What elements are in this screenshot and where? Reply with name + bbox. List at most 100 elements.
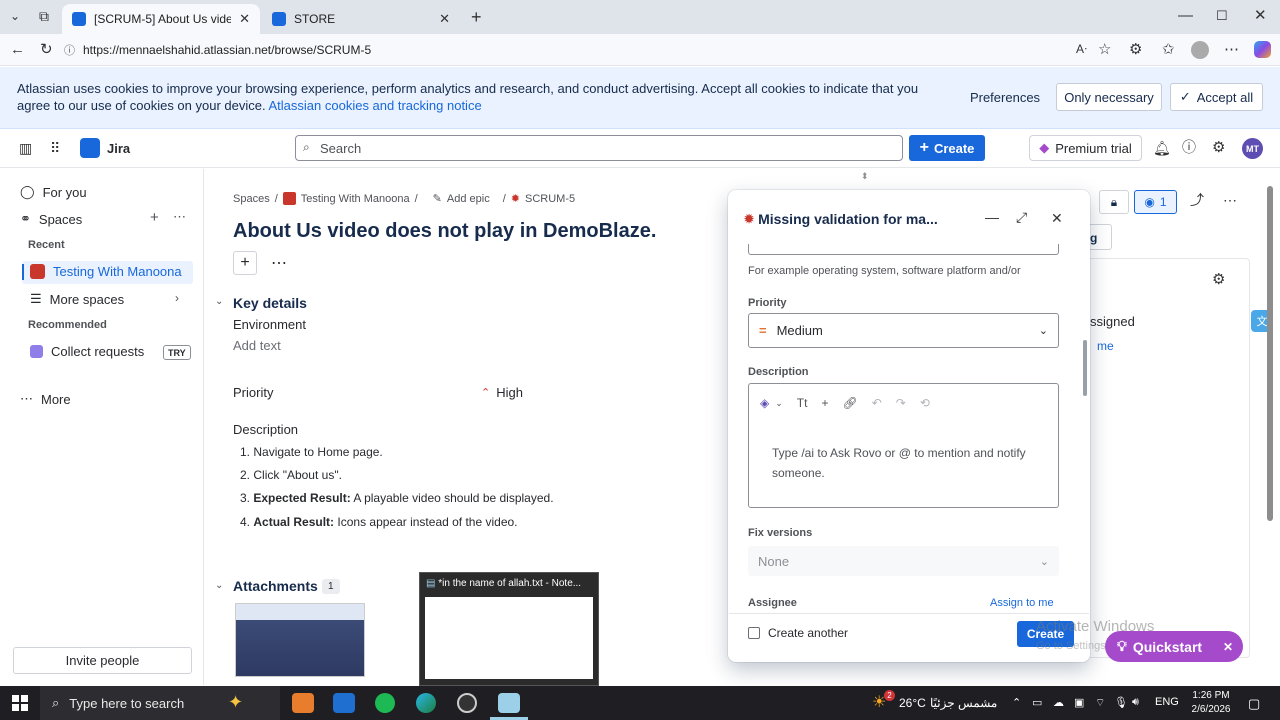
windows-start-icon[interactable]: [12, 695, 28, 711]
copilot-icon[interactable]: [1254, 41, 1271, 58]
weather-text[interactable]: مشمس جزئيًا: [930, 696, 997, 710]
edge-browser-icon[interactable]: [416, 693, 436, 713]
clock[interactable]: 1:26 PM 2/6/2026: [1186, 689, 1236, 717]
preferences-button[interactable]: Preferences: [962, 83, 1048, 111]
redo-icon[interactable]: ↷: [896, 396, 906, 410]
page-scrollbar-thumb[interactable]: [1267, 186, 1273, 521]
favorites-icon[interactable]: ✩: [1162, 42, 1175, 57]
add-space-icon[interactable]: +: [150, 210, 159, 225]
tab-scrum-5[interactable]: [SCRUM-5] About Us video does n ✕: [62, 4, 260, 34]
only-necessary-button[interactable]: Only necessary: [1056, 83, 1162, 111]
create-another-checkbox[interactable]: Create another: [748, 626, 848, 640]
expand-modal-icon[interactable]: ⤢: [1016, 210, 1027, 224]
sidebar-item-for-you[interactable]: ◯ For you: [20, 184, 87, 200]
environment-value[interactable]: Add text: [233, 338, 281, 353]
jira-logo[interactable]: Jira: [80, 138, 130, 158]
help-icon[interactable]: ⓘ: [1182, 140, 1196, 154]
assign-to-me-link[interactable]: Assign to me: [990, 597, 1054, 609]
read-aloud-icon[interactable]: Aᐧ: [1076, 43, 1087, 55]
breadcrumb-add-epic[interactable]: Add epic: [447, 193, 490, 205]
premium-trial-button[interactable]: ◆ Premium trial: [1029, 135, 1142, 161]
lock-button[interactable]: 🔒︎: [1099, 190, 1129, 214]
maximize-window-icon[interactable]: ☐: [1216, 9, 1228, 22]
weather-temp[interactable]: 26°C: [899, 696, 926, 710]
volume-icon[interactable]: 🔊︎: [1132, 696, 1139, 709]
notepad-preview-thumbnail[interactable]: [425, 597, 593, 679]
taskbar-search[interactable]: ⌕ Type here to search: [40, 686, 280, 720]
favorite-star-icon[interactable]: ☆: [1098, 42, 1111, 57]
priority-select[interactable]: = Medium ⌄: [748, 313, 1059, 348]
breadcrumb-spaces[interactable]: Spaces: [233, 193, 270, 205]
profile-icon[interactable]: [1191, 41, 1209, 59]
share-icon[interactable]: ⤴: [1190, 193, 1204, 207]
assign-to-me-link-partial[interactable]: me: [1097, 339, 1114, 353]
create-button[interactable]: + Create: [909, 135, 985, 161]
sidebar-item-spaces[interactable]: ⚭ Spaces: [20, 211, 82, 227]
insert-plus-icon[interactable]: +: [821, 396, 828, 410]
back-icon[interactable]: ←: [10, 42, 25, 57]
modal-scrollbar-track[interactable]: [1082, 258, 1088, 598]
wifi-icon[interactable]: ⌔: [1095, 696, 1105, 710]
extensions-icon[interactable]: ⚙: [1129, 42, 1142, 57]
app-switcher-icon[interactable]: ⠿: [50, 141, 60, 155]
user-avatar[interactable]: MT: [1242, 138, 1263, 159]
chevron-right-icon[interactable]: ›: [175, 292, 179, 304]
minimize-modal-icon[interactable]: —: [985, 210, 999, 224]
taskbar-app-icon[interactable]: [457, 693, 477, 713]
minimize-window-icon[interactable]: —: [1178, 8, 1193, 23]
rovo-ai-icon[interactable]: ◈: [760, 396, 769, 410]
more-actions-button[interactable]: ⋯: [267, 251, 291, 275]
tab-store[interactable]: STORE ✕: [262, 4, 460, 34]
cookie-notice-link[interactable]: Atlassian cookies and tracking notice: [269, 98, 482, 113]
attachments-heading[interactable]: Attachments: [233, 578, 318, 594]
issue-title[interactable]: About Us video does not play in DemoBlaz…: [233, 220, 656, 243]
onedrive-icon[interactable]: ☁: [1053, 696, 1064, 709]
modal-scrollbar-thumb[interactable]: [1083, 340, 1087, 396]
refresh-icon[interactable]: ↻: [40, 42, 53, 57]
panel-resize-handle-icon[interactable]: ⬍: [861, 172, 869, 181]
close-window-icon[interactable]: ✕: [1254, 8, 1267, 23]
details-settings-icon[interactable]: ⚙: [1212, 272, 1225, 287]
tray-icon[interactable]: ▣: [1074, 696, 1084, 709]
collapse-chevron-icon[interactable]: ⌄: [215, 581, 223, 591]
collapse-chevron-icon[interactable]: ⌄: [215, 297, 223, 307]
close-tab-icon[interactable]: ✕: [239, 11, 250, 27]
quickstart-button[interactable]: 💡︎ Quickstart ✕: [1105, 631, 1243, 662]
accept-all-button[interactable]: ✓ Accept all: [1170, 83, 1263, 111]
breadcrumb-project[interactable]: Testing With Manoona: [301, 193, 410, 205]
sidebar-toggle-icon[interactable]: ▥: [19, 141, 32, 155]
site-info-icon[interactable]: ⓘ: [64, 42, 75, 58]
language-indicator[interactable]: ENG: [1155, 696, 1179, 708]
sidebar-item-more-spaces[interactable]: ☰ More spaces: [30, 291, 124, 307]
key-details-heading[interactable]: Key details: [233, 295, 307, 311]
priority-value[interactable]: ⌃ High: [481, 385, 523, 400]
show-hidden-icons-icon[interactable]: ⌃: [1012, 696, 1021, 709]
notifications-icon[interactable]: ▢: [1248, 696, 1260, 712]
breadcrumb-issue-key[interactable]: SCRUM-5: [525, 193, 575, 205]
invite-people-button[interactable]: Invite people: [13, 647, 192, 674]
sidebar-item-testing-with-manoona[interactable]: Testing With Manoona: [30, 264, 182, 279]
close-quickstart-icon[interactable]: ✕: [1223, 640, 1233, 654]
microphone-icon[interactable]: 🎙︎: [1114, 696, 1128, 709]
add-button[interactable]: +: [233, 251, 257, 275]
new-tab-icon[interactable]: +: [471, 8, 482, 26]
browser-menu-icon[interactable]: ⋯: [1224, 42, 1239, 57]
undo-icon[interactable]: ↶: [872, 396, 882, 410]
page-scrollbar[interactable]: [1266, 180, 1274, 680]
attachment-thumbnail[interactable]: [235, 603, 365, 677]
settings-gear-icon[interactable]: ⚙: [1212, 140, 1225, 155]
text-style-icon[interactable]: Tt: [797, 396, 808, 410]
spotify-icon[interactable]: [375, 693, 395, 713]
notifications-bell-icon[interactable]: 🔔︎: [1153, 141, 1171, 155]
url-field[interactable]: ⓘ https://mennaelshahid.atlassian.net/br…: [64, 38, 1124, 62]
link-icon[interactable]: 🔗︎: [842, 396, 857, 410]
outlook-icon[interactable]: [333, 693, 355, 713]
workspaces-icon[interactable]: ⧉: [39, 9, 49, 23]
history-icon[interactable]: ⟲: [920, 396, 930, 410]
environment-field-bottom[interactable]: [748, 244, 1059, 255]
more-dots-icon[interactable]: ⋯: [1223, 193, 1237, 207]
sidebar-item-collect-requests[interactable]: Collect requests: [30, 344, 144, 359]
status-button-partial[interactable]: g: [1090, 224, 1112, 250]
fix-versions-select[interactable]: None ⌄: [748, 546, 1059, 576]
battery-icon[interactable]: ▭: [1032, 696, 1042, 709]
